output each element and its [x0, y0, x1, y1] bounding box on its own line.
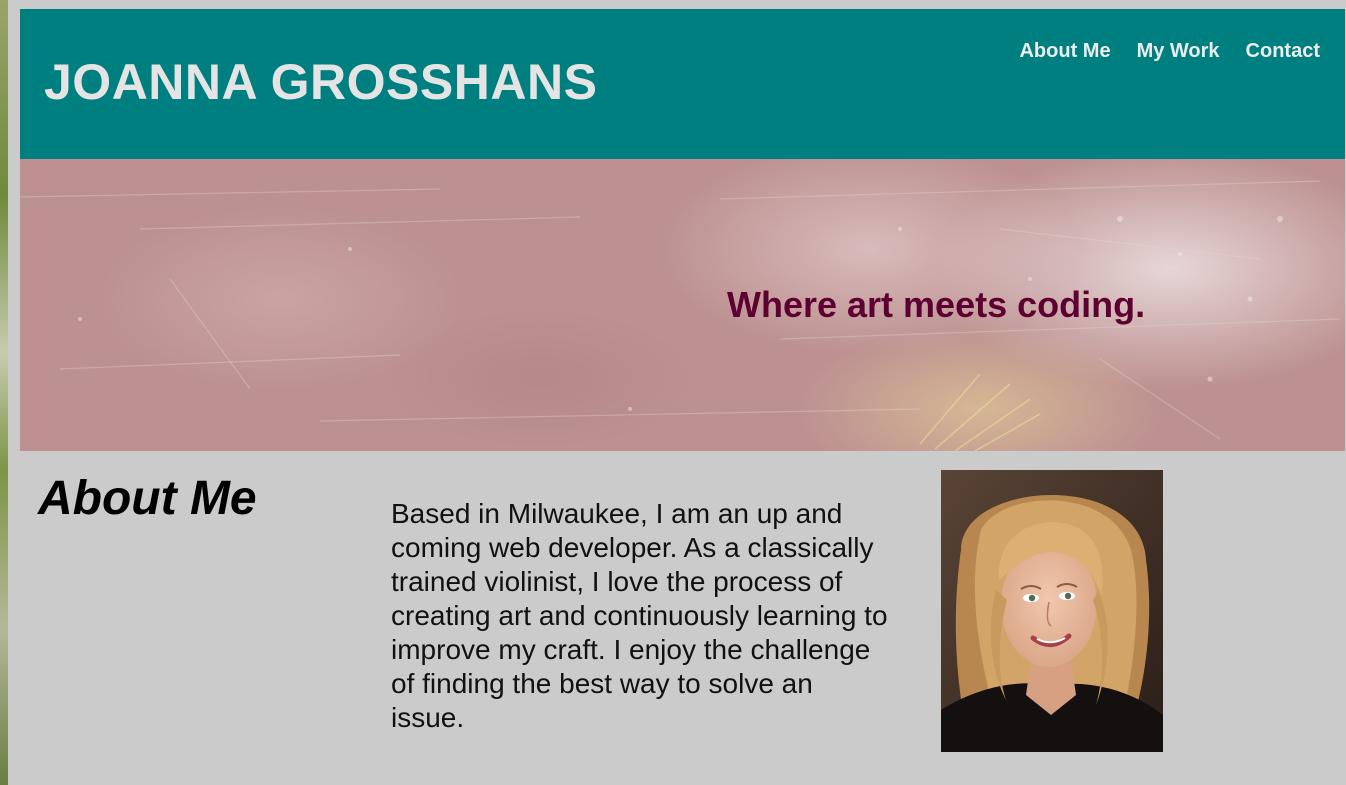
nav-link-my-work[interactable]: My Work [1137, 40, 1220, 63]
main-nav: About Me My Work Contact [1019, 40, 1320, 63]
background-photo-strip [0, 0, 8, 785]
nav-link-about-me[interactable]: About Me [1019, 40, 1110, 63]
about-heading: About Me [38, 472, 257, 525]
page-container: JOANNA GROSSHANS About Me My Work Contac… [20, 9, 1345, 785]
site-title: JOANNA GROSSHANS [44, 54, 598, 110]
site-header: JOANNA GROSSHANS About Me My Work Contac… [20, 9, 1345, 159]
about-text: Based in Milwaukee, I am an up and comin… [391, 498, 888, 733]
hero-texture-image [20, 180, 1341, 451]
hero-banner: Where art meets coding. [20, 159, 1345, 451]
nav-link-contact[interactable]: Contact [1246, 40, 1320, 63]
profile-photo [941, 470, 1163, 752]
hero-tagline: Where art meets coding. [727, 284, 1146, 325]
